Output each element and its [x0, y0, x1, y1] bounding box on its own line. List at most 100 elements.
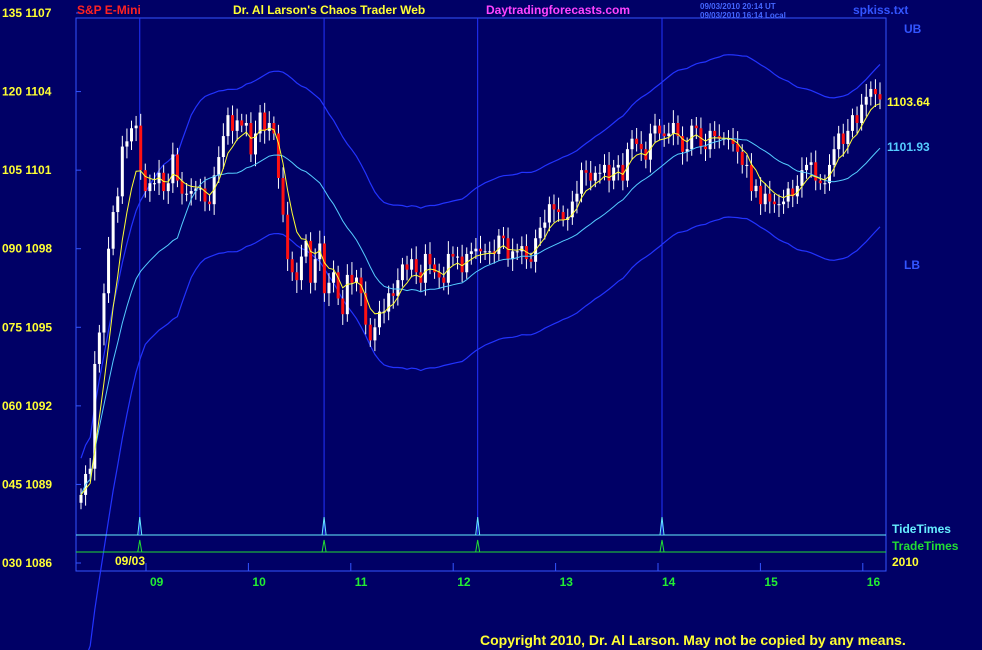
candle-body: [299, 256, 303, 281]
candle-body: [309, 240, 313, 283]
x-tick-label: 12: [457, 575, 471, 589]
candle-body: [180, 180, 184, 194]
candle-body: [240, 120, 244, 126]
candle-body: [869, 88, 873, 97]
candle-body: [350, 274, 354, 283]
candle-body: [754, 185, 758, 192]
candle-body: [593, 172, 597, 181]
candle-body: [189, 191, 193, 194]
y-tick-label: 135 1107: [2, 6, 52, 20]
candle-body: [841, 133, 845, 144]
candle-body: [589, 172, 593, 181]
candle-body: [148, 183, 152, 192]
candle-body: [322, 243, 326, 294]
candle-body: [864, 96, 868, 105]
x-tick-label: 10: [252, 575, 266, 589]
candle-body: [772, 201, 776, 205]
candle-body: [671, 123, 675, 134]
candle-body: [501, 235, 505, 239]
candle-body: [479, 248, 482, 252]
candle-body: [708, 130, 712, 150]
candle-body: [630, 138, 634, 150]
candle-body: [235, 120, 239, 131]
candle-body: [777, 204, 781, 206]
candle-body: [749, 164, 753, 192]
candle-body: [667, 133, 671, 137]
candle-body: [782, 201, 786, 205]
candle-body: [763, 193, 767, 205]
candle-body: [341, 298, 345, 315]
trade-spike: [659, 539, 665, 553]
chart-title: Dr. Al Larson's Chaos Trader Web: [233, 3, 426, 17]
site-label[interactable]: Daytradingforecasts.com: [486, 3, 630, 17]
x-tick-label: 14: [662, 575, 676, 589]
candle-body: [433, 264, 437, 273]
candle-body: [231, 115, 235, 131]
candle-body: [837, 133, 841, 150]
candle-body: [391, 293, 395, 296]
candle-body: [515, 251, 519, 253]
candle-body: [598, 172, 602, 174]
candle-body: [832, 149, 836, 165]
candle-body: [332, 272, 336, 283]
candle-body: [451, 253, 455, 257]
candle-body: [97, 332, 101, 364]
candle-body: [79, 494, 83, 503]
candle-body: [469, 251, 473, 254]
candle-body: [221, 136, 225, 158]
y-tick-label: 105 1101: [2, 163, 52, 177]
instrument-label: S&P E-Mini: [77, 3, 141, 17]
candle-body: [208, 201, 212, 205]
candle-body: [607, 164, 611, 181]
candle-body: [442, 277, 446, 283]
candle-body: [497, 235, 501, 254]
candle-body: [377, 311, 381, 328]
candle-body: [171, 154, 175, 184]
candle-body: [396, 280, 400, 296]
candle-body: [878, 94, 882, 100]
candle-body: [547, 204, 551, 223]
candle-body: [483, 251, 487, 253]
x-tick-label: 11: [355, 575, 368, 589]
upper-band-label: UB: [904, 22, 922, 36]
candle-body: [694, 125, 698, 129]
candle-body: [529, 259, 533, 262]
candle-body: [704, 146, 708, 150]
candle-body: [166, 183, 170, 192]
y-tick-label: 120 1104: [2, 85, 52, 99]
candle-body: [850, 115, 854, 131]
candle-body: [580, 170, 584, 194]
candle-body: [768, 193, 772, 202]
candle-body: [111, 212, 115, 249]
candle-body: [226, 115, 230, 137]
candle-body: [740, 151, 744, 165]
candle-body: [616, 164, 620, 168]
candle-body: [125, 141, 129, 147]
candle-body: [745, 164, 749, 166]
x-tick-label: 09: [150, 575, 164, 589]
candle-body: [405, 264, 409, 270]
candle-body: [373, 327, 377, 341]
trade-spike: [475, 539, 481, 553]
x-tick-label: 15: [764, 575, 778, 589]
chart: 135 1107 120 1104 105 1101 090 1098 075 1095…: [2, 6, 887, 650]
candle-body: [263, 112, 267, 131]
candle-body: [543, 222, 547, 228]
candle-body: [575, 193, 579, 202]
candle-body: [474, 248, 478, 252]
candle-body: [648, 133, 652, 160]
candle-body: [281, 178, 285, 215]
candle-body: [139, 125, 143, 171]
candle-body: [102, 293, 106, 333]
candle-body: [267, 123, 271, 131]
candle-body: [143, 170, 147, 192]
timestamp-local: 09/03/2010 16:14 Local: [700, 11, 786, 20]
candle-body: [120, 146, 124, 197]
y-tick-label: 045 1089: [2, 477, 52, 491]
candle-body: [653, 125, 657, 134]
candle-body: [814, 162, 818, 181]
candle-body: [456, 256, 460, 258]
candle-body: [345, 274, 349, 315]
candle-body: [759, 185, 763, 205]
candle-body: [295, 272, 299, 281]
